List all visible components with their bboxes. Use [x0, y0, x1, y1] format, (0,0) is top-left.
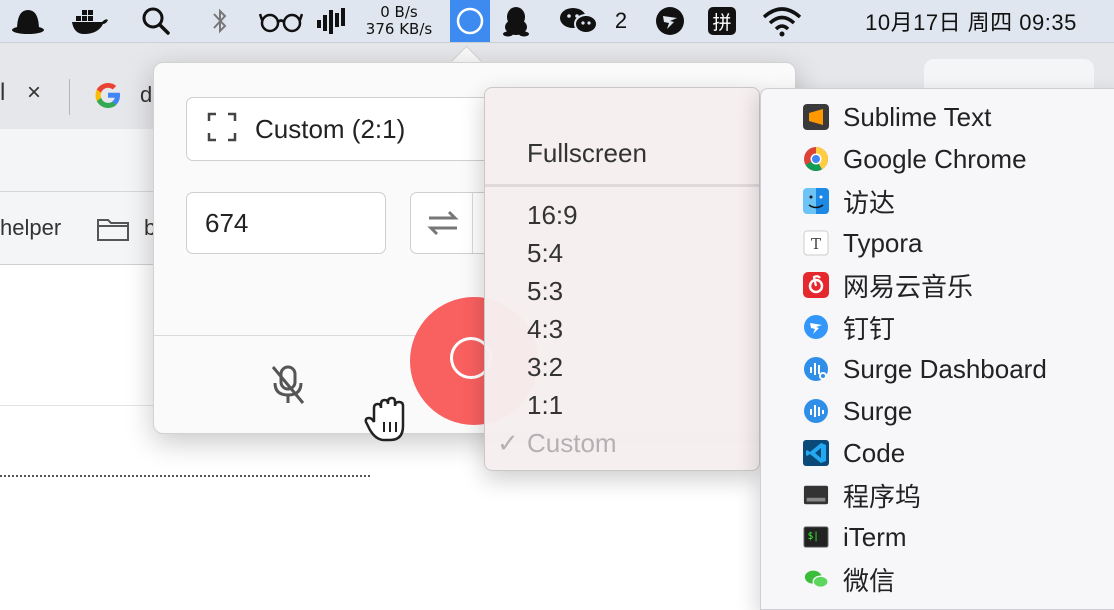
wechat-icon[interactable]: [556, 0, 602, 42]
checkmark-icon: ✓: [497, 428, 519, 458]
app-item-typora[interactable]: T Typora: [803, 224, 923, 262]
menu-item-custom: Custom: [527, 428, 617, 458]
upload-speed: 0 B/s: [380, 3, 418, 21]
iterm-icon: $|: [803, 524, 829, 550]
app-name: 程序坞: [843, 481, 922, 512]
input-method-label: 拼: [708, 7, 736, 35]
app-name: Surge: [843, 395, 913, 426]
wechat-unread-count[interactable]: 2: [606, 0, 636, 42]
app-item-netease-music[interactable]: 网易云音乐: [803, 266, 973, 304]
tab-close-fragment: l: [0, 79, 6, 106]
app-item-wechat[interactable]: 微信: [803, 560, 895, 598]
wifi-icon[interactable]: [758, 0, 806, 42]
app-name: Surge Dashboard: [843, 353, 1047, 384]
app-name: 钉钉: [843, 313, 896, 344]
dingtalk-icon[interactable]: [650, 0, 690, 42]
svg-text:$|: $|: [808, 531, 819, 542]
fullscreen-frame-icon: [207, 112, 237, 147]
app-item-google-chrome[interactable]: Google Chrome: [803, 140, 1027, 178]
selection-dotted-line: [0, 475, 370, 477]
typora-icon: T: [803, 230, 829, 256]
bluetooth-icon[interactable]: [200, 0, 240, 42]
app-item-surge[interactable]: Surge: [803, 392, 912, 430]
network-speed[interactable]: 0 B/s 376 KB/s: [356, 0, 442, 42]
netease-music-icon: [803, 272, 829, 298]
finder-icon: [803, 188, 829, 214]
folder-icon[interactable]: [96, 216, 130, 247]
screen-recorder-menu-icon[interactable]: [450, 0, 490, 42]
surge-icon: [803, 398, 829, 424]
menubar-clock[interactable]: 10月17日 周四 09:35: [826, 0, 1114, 42]
app-item-code[interactable]: Code: [803, 434, 905, 472]
app-name: Google Chrome: [843, 143, 1027, 174]
audio-levels-icon[interactable]: [312, 0, 352, 42]
hand-cursor-icon: [362, 392, 418, 453]
tab-title[interactable]: d: [140, 82, 152, 108]
input-method-indicator[interactable]: 拼: [705, 0, 739, 42]
menu-item-4-3[interactable]: 4:3: [527, 314, 563, 345]
dingtalk-icon: [803, 314, 829, 340]
app-item-dingtalk[interactable]: 钉钉: [803, 308, 895, 346]
google-icon: [93, 80, 123, 115]
field-divider: [472, 193, 473, 253]
svg-text:T: T: [811, 235, 821, 253]
bookmark-helper[interactable]: helper: [0, 215, 61, 241]
menu-item-5-4[interactable]: 5:4: [527, 238, 563, 269]
app-name: 微信: [843, 565, 896, 596]
app-name: Typora: [843, 227, 923, 258]
aspect-ratio-menu: Fullscreen 16:9 5:4 5:3 4:3 3:2 1:1 ✓ Cu…: [484, 87, 760, 471]
glasses-icon[interactable]: [256, 0, 306, 42]
menu-item-3-2[interactable]: 3:2: [527, 352, 563, 383]
app-list-menu: Sublime Text Google Chrome 访达 T Typora 网…: [760, 88, 1114, 610]
sublime-icon: [803, 104, 829, 130]
dock-icon: [803, 482, 829, 508]
chrome-icon: [803, 146, 829, 172]
app-name: 访达: [843, 187, 896, 218]
mic-muted-icon[interactable]: [268, 363, 308, 412]
app-item-sublime-text[interactable]: Sublime Text: [803, 98, 991, 136]
app-name: iTerm: [843, 521, 907, 552]
menu-bar: 0 B/s 376 KB/s 2 拼 10月17日 周四 09:35: [0, 0, 1114, 43]
app-name: Sublime Text: [843, 101, 992, 132]
app-item-dock[interactable]: 程序坞: [803, 476, 921, 514]
bowler-hat-icon[interactable]: [6, 0, 50, 42]
tab-close-button[interactable]: ×: [27, 79, 41, 107]
app-name: 网易云音乐: [843, 271, 974, 302]
menu-item-fullscreen[interactable]: Fullscreen: [527, 138, 647, 169]
swap-arrows-icon: [427, 210, 459, 236]
app-item-surge-dashboard[interactable]: Surge Dashboard: [803, 350, 1047, 388]
aspect-ratio-value: Custom (2:1): [255, 113, 406, 144]
tab-separator: [69, 79, 70, 115]
docker-icon[interactable]: [68, 0, 112, 42]
download-speed: 376 KB/s: [365, 20, 433, 38]
vscode-icon: [803, 440, 829, 466]
search-icon[interactable]: [136, 0, 176, 42]
menu-item-1-1[interactable]: 1:1: [527, 390, 563, 421]
width-input[interactable]: 674: [186, 192, 386, 254]
menu-item-16-9[interactable]: 16:9: [527, 200, 578, 231]
app-item-iterm[interactable]: $| iTerm: [803, 518, 907, 556]
wechat-icon: [803, 566, 829, 592]
app-name: Code: [843, 437, 906, 468]
menu-item-5-3[interactable]: 5:3: [527, 276, 563, 307]
qq-penguin-icon[interactable]: [496, 0, 536, 42]
surge-dashboard-icon: [803, 356, 829, 382]
menu-separator: [485, 184, 759, 187]
app-item-finder[interactable]: 访达: [803, 182, 895, 220]
